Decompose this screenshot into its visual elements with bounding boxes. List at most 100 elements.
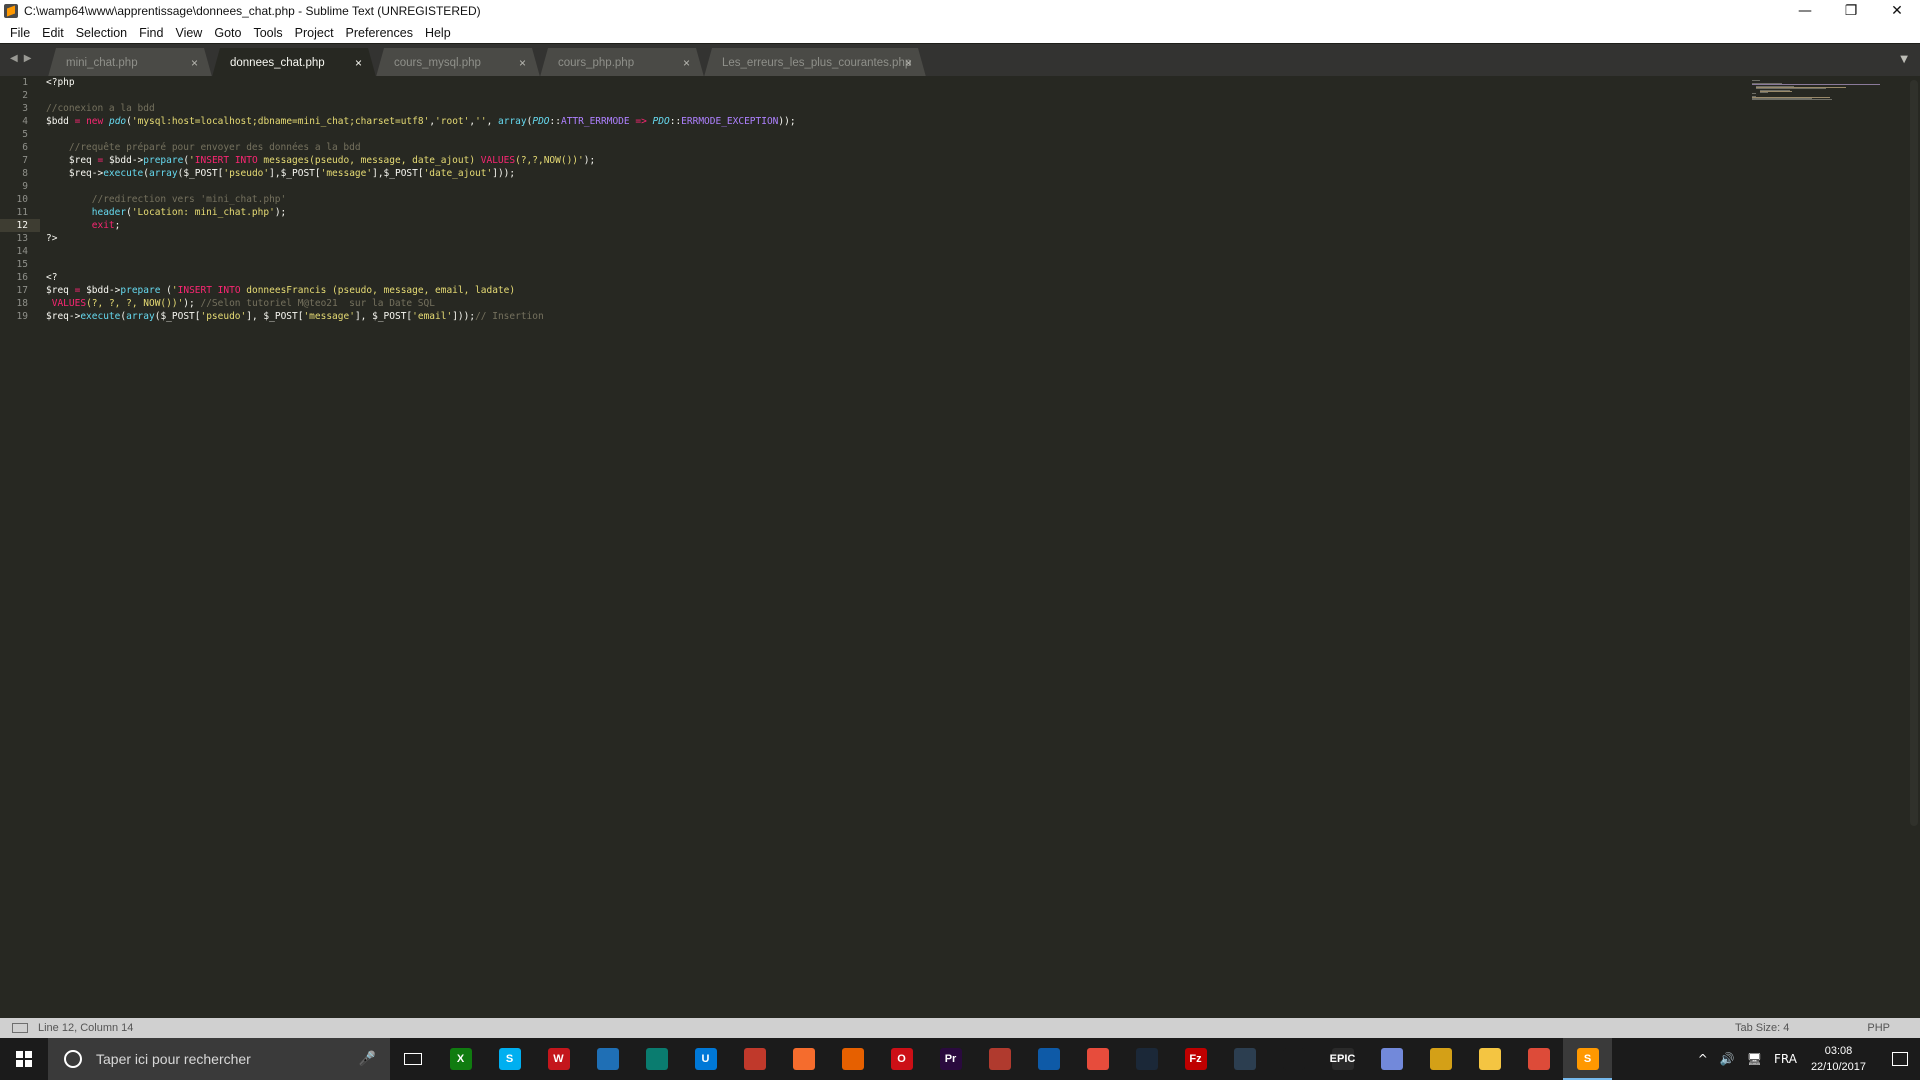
language-indicator[interactable]: FRA — [1774, 1052, 1797, 1066]
tab-cours-php[interactable]: cours_php.php × — [540, 48, 704, 77]
tab-back-icon[interactable]: ◀ — [10, 53, 18, 64]
epic-app-icon: EPIC — [1330, 1048, 1355, 1070]
app-shapes-button[interactable] — [1073, 1038, 1122, 1080]
skype-app-button[interactable]: S — [485, 1038, 534, 1080]
app-teal-button[interactable] — [632, 1038, 681, 1080]
code-line[interactable] — [46, 89, 1746, 102]
menu-edit[interactable]: Edit — [36, 26, 70, 40]
code-line[interactable]: $req->execute(array($_POST['pseudo'],$_P… — [46, 167, 1746, 180]
network-icon[interactable]: 🖥 — [1747, 1052, 1762, 1066]
restore-button[interactable]: ❐ — [1828, 0, 1874, 22]
menu-help[interactable]: Help — [419, 26, 457, 40]
code-line[interactable]: header('Location: mini_chat.php'); — [46, 206, 1746, 219]
minimap[interactable] — [1752, 80, 1882, 120]
app-store-button[interactable]: U — [681, 1038, 730, 1080]
window-title: C:\wamp64\www\apprentissage\donnees_chat… — [24, 4, 481, 18]
close-button[interactable]: ✕ — [1874, 0, 1920, 22]
clock[interactable]: 03:08 22/10/2017 — [1811, 1043, 1866, 1075]
code-line[interactable]: VALUES(?, ?, ?, NOW())'); //Selon tutori… — [46, 297, 1746, 310]
tab-forward-icon[interactable]: ▶ — [24, 53, 32, 64]
app-blue-button[interactable] — [583, 1038, 632, 1080]
filezilla-app-button[interactable]: Fz — [1171, 1038, 1220, 1080]
steam-app-button[interactable] — [1122, 1038, 1171, 1080]
volume-icon[interactable]: 🔊 — [1720, 1052, 1735, 1066]
battlenet-app-button[interactable] — [1024, 1038, 1073, 1080]
origin-app-button[interactable] — [779, 1038, 828, 1080]
code-line[interactable]: //requête préparé pour envoyer des donné… — [46, 141, 1746, 154]
tab-close-icon[interactable]: × — [683, 56, 690, 70]
code-line[interactable] — [46, 245, 1746, 258]
winamp-app-button[interactable]: W — [534, 1038, 583, 1080]
origin-app-icon — [792, 1048, 815, 1070]
action-center-button[interactable] — [1880, 1038, 1920, 1080]
discord-app-button[interactable] — [1367, 1038, 1416, 1080]
tab-nav-arrows: ◀ ▶ — [10, 53, 31, 64]
app-shield-button[interactable] — [1220, 1038, 1269, 1080]
menu-preferences[interactable]: Preferences — [340, 26, 419, 40]
premiere-app-button[interactable]: Pr — [926, 1038, 975, 1080]
steam-app-icon — [1135, 1048, 1158, 1070]
clock-time: 03:08 — [1824, 1045, 1853, 1057]
code-line[interactable]: //redirection vers 'mini_chat.php' — [46, 193, 1746, 206]
code-line[interactable] — [46, 258, 1746, 271]
code-line[interactable]: $req->execute(array($_POST['pseudo'], $_… — [46, 310, 1746, 323]
vertical-scrollbar[interactable] — [1910, 80, 1918, 826]
tray-chevron-icon[interactable]: ^ — [1698, 1052, 1708, 1066]
menu-view[interactable]: View — [169, 26, 208, 40]
tab-les-erreurs[interactable]: Les_erreurs_les_plus_courantes.php × — [704, 48, 926, 77]
code-line[interactable]: $bdd = new pdo('mysql:host=localhost;dbn… — [46, 115, 1746, 128]
app-yellow-button[interactable] — [1416, 1038, 1465, 1080]
menu-goto[interactable]: Goto — [208, 26, 247, 40]
clock-date: 22/10/2017 — [1810, 1061, 1866, 1073]
tab-donnees-chat[interactable]: donnees_chat.php × — [212, 48, 376, 77]
app-red-button[interactable] — [730, 1038, 779, 1080]
windows-logo-icon — [16, 1051, 32, 1067]
tab-close-icon[interactable]: × — [519, 56, 526, 70]
tab-list: mini_chat.php × donnees_chat.php × cours… — [48, 48, 926, 77]
taskbar-search[interactable]: Taper ici pour rechercher 🎤 — [48, 1038, 390, 1080]
firefox-app-button[interactable] — [828, 1038, 877, 1080]
panel-toggle-icon[interactable] — [12, 1023, 28, 1033]
explorer-app-button[interactable] — [1465, 1038, 1514, 1080]
tab-close-icon[interactable]: × — [191, 56, 198, 70]
menu-project[interactable]: Project — [289, 26, 340, 40]
window-controls: — ❐ ✕ — [1782, 0, 1920, 22]
line-number: 18 — [16, 298, 28, 309]
tab-mini-chat[interactable]: mini_chat.php × — [48, 48, 212, 77]
xbox-app-button[interactable]: X — [436, 1038, 485, 1080]
chrome-app-button[interactable] — [1514, 1038, 1563, 1080]
menu-selection[interactable]: Selection — [70, 26, 133, 40]
code-line[interactable]: <?php — [46, 76, 1746, 89]
tab-close-icon[interactable]: × — [905, 56, 912, 70]
code-content[interactable]: <?php //conexion a la bdd $bdd = new pdo('… — [46, 76, 1746, 323]
code-line[interactable]: <? — [46, 271, 1746, 284]
code-line[interactable]: $req = $bdd->prepare('INSERT INTO messag… — [46, 154, 1746, 167]
menu-tools[interactable]: Tools — [247, 26, 288, 40]
code-line[interactable] — [46, 180, 1746, 193]
tab-cours-mysql[interactable]: cours_mysql.php × — [376, 48, 540, 77]
code-editor[interactable]: 1 2 3 4 5 6 7 8 9 10 11 12 13 14 15 16 1… — [0, 76, 1920, 1018]
minimize-button[interactable]: — — [1782, 0, 1828, 22]
code-line[interactable] — [46, 128, 1746, 141]
start-button[interactable] — [0, 1038, 48, 1080]
syntax-indicator[interactable]: PHP — [1867, 1022, 1890, 1034]
code-line[interactable]: //conexion a la bdd — [46, 102, 1746, 115]
tab-close-icon[interactable]: × — [355, 56, 362, 70]
opera-app-button[interactable]: O — [877, 1038, 926, 1080]
menu-find[interactable]: Find — [133, 26, 169, 40]
task-view-button[interactable] — [390, 1038, 436, 1080]
code-line[interactable]: ?> — [46, 232, 1746, 245]
sublime-app-button[interactable]: S — [1563, 1038, 1612, 1080]
app-game-button[interactable] — [975, 1038, 1024, 1080]
epic-app-button[interactable]: EPIC — [1318, 1038, 1367, 1080]
code-line[interactable]: $req = $bdd->prepare ('INSERT INTO donne… — [46, 284, 1746, 297]
code-line[interactable]: exit; — [46, 219, 1746, 232]
windows-taskbar: Taper ici pour rechercher 🎤 X S W U O Pr Fz EPI… — [0, 1038, 1920, 1080]
tab-dropdown-icon[interactable]: ▼ — [1900, 54, 1908, 65]
tab-label: cours_php.php — [558, 56, 635, 69]
tab-size-indicator[interactable]: Tab Size: 4 — [1735, 1022, 1789, 1034]
app-ubisoft-button[interactable] — [1269, 1038, 1318, 1080]
line-number: 3 — [22, 103, 28, 114]
menu-file[interactable]: File — [4, 26, 36, 40]
microphone-icon[interactable]: 🎤 — [359, 1051, 376, 1067]
